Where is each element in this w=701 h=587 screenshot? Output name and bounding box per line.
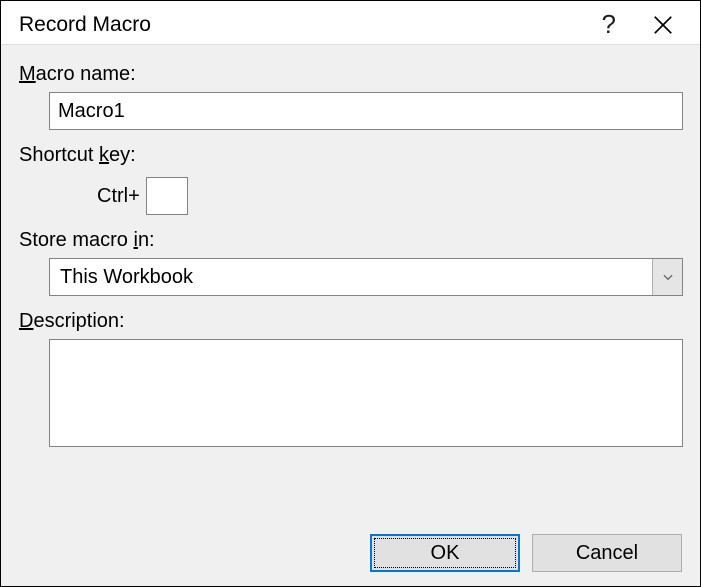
ctrl-plus-label: Ctrl+ (97, 185, 140, 208)
titlebar-buttons: ? (602, 9, 686, 40)
description-label: Description: (19, 310, 682, 333)
macro-name-input[interactable] (49, 92, 683, 130)
help-icon[interactable]: ? (602, 9, 616, 40)
store-macro-in-select[interactable]: This Workbook (49, 258, 683, 296)
dialog-content: Macro name: Shortcut key: Ctrl+ Store ma… (1, 44, 700, 586)
button-row: OK Cancel (19, 516, 682, 572)
shortcut-row: Ctrl+ (97, 177, 682, 215)
chevron-down-icon (652, 259, 682, 295)
cancel-button[interactable]: Cancel (532, 534, 682, 572)
dialog-title: Record Macro (19, 13, 151, 37)
shortcut-key-label: Shortcut key: (19, 144, 682, 167)
shortcut-key-input[interactable] (146, 177, 188, 215)
ok-button[interactable]: OK (370, 534, 520, 572)
titlebar: Record Macro ? (1, 1, 700, 44)
store-macro-in-label: Store macro in: (19, 229, 682, 252)
description-input[interactable] (49, 339, 683, 447)
macro-name-label: Macro name: (19, 63, 682, 86)
store-macro-in-value: This Workbook (50, 266, 652, 289)
close-icon[interactable] (652, 14, 674, 36)
record-macro-dialog: Record Macro ? Macro name: Shortcut key:… (0, 0, 701, 587)
